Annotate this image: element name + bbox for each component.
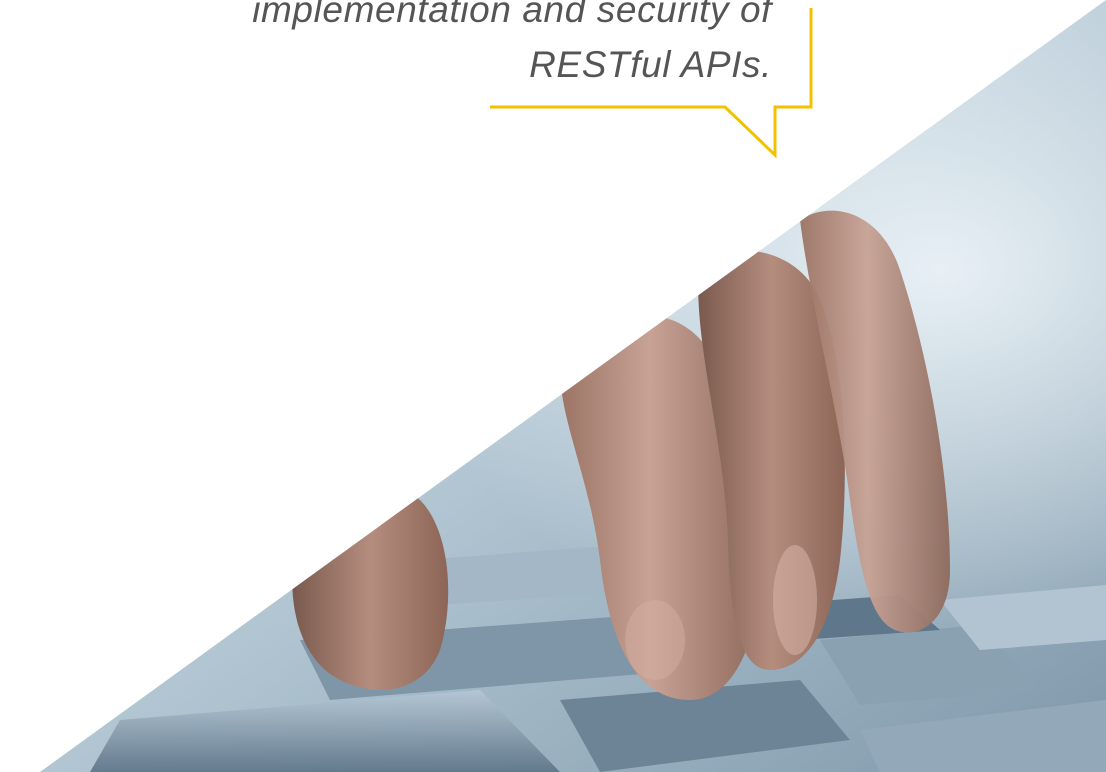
hero-section: implementation and security of RESTful A… <box>0 0 1106 772</box>
quote-line-1: implementation and security of <box>252 0 772 30</box>
hand-typing-keyboard-photo <box>40 0 1106 772</box>
quote-text: implementation and security of RESTful A… <box>212 0 772 92</box>
quote-line-2: RESTful APIs. <box>529 44 772 85</box>
